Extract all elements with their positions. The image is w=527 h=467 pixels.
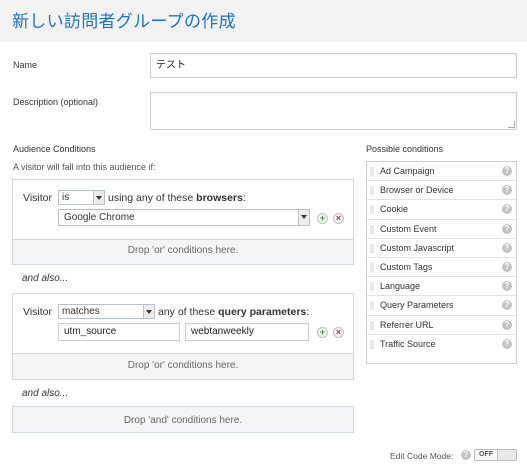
drag-handle-icon[interactable] xyxy=(370,205,374,215)
question-icon[interactable]: ? xyxy=(502,166,512,176)
condition-item[interactable]: Query Parameters? xyxy=(367,296,516,316)
condition-item[interactable]: Custom Javascript? xyxy=(367,239,516,258)
condition-item-label: Traffic Source xyxy=(380,338,436,349)
question-icon[interactable]: ? xyxy=(502,338,512,349)
condition-item-label: Custom Javascript xyxy=(380,242,455,253)
name-label: Name xyxy=(13,60,38,70)
condition-description: any of these query parameters: xyxy=(158,306,310,318)
name-input[interactable]: テスト xyxy=(150,53,517,78)
query-param-value-input[interactable]: webtanweekly xyxy=(185,323,309,341)
audience-hint: A visitor will fall into this audience i… xyxy=(13,162,156,172)
condition-description: using any of these browsers: xyxy=(108,192,246,204)
close-icon: × xyxy=(335,213,342,223)
drag-handle-icon[interactable] xyxy=(370,339,374,349)
or-drop-zone[interactable]: Drop 'or' conditions here. xyxy=(13,352,353,379)
operator-value: is xyxy=(62,192,70,203)
toggle-off-label: OFF xyxy=(475,450,498,460)
condition-item[interactable]: Custom Tags? xyxy=(367,258,516,278)
condition-item-label: Referrer URL xyxy=(380,319,434,330)
condition-item-label: Language xyxy=(380,281,421,292)
condition-item-label: Browser or Device xyxy=(380,185,454,196)
condition-item[interactable]: Traffic Source? xyxy=(367,335,516,354)
question-icon[interactable]: ? xyxy=(502,242,512,253)
question-icon[interactable]: ? xyxy=(502,319,512,330)
drag-handle-icon[interactable] xyxy=(370,301,374,311)
question-icon[interactable]: ? xyxy=(461,450,471,460)
drag-handle-icon[interactable] xyxy=(370,186,374,196)
visitor-label: Visitor xyxy=(23,192,52,204)
question-icon[interactable]: ? xyxy=(502,281,512,292)
page-header: 新しい訪問者グループの作成 xyxy=(0,0,527,42)
condition-item[interactable]: Browser or Device? xyxy=(367,181,516,201)
drag-handle-icon[interactable] xyxy=(370,167,374,176)
possible-conditions-title: Possible conditions xyxy=(366,144,444,154)
plus-icon: + xyxy=(319,327,326,337)
browser-select[interactable]: Google Chrome xyxy=(58,209,310,226)
condition-item-label: Ad Campaign xyxy=(380,166,435,176)
remove-condition-button[interactable]: × xyxy=(333,327,344,338)
and-also-label: and also... xyxy=(22,388,69,399)
condition-item[interactable]: Language? xyxy=(367,277,516,297)
condition-item[interactable]: Referrer URL? xyxy=(367,316,516,335)
edit-code-mode-label: Edit Code Mode: xyxy=(390,451,454,461)
condition-item-label: Custom Tags xyxy=(380,261,433,272)
possible-conditions-list: Ad Campaign? Browser or Device? Cookie? Cus… xyxy=(366,161,517,364)
drag-handle-icon[interactable] xyxy=(370,320,374,330)
and-also-label: and also... xyxy=(22,273,69,284)
drag-handle-icon[interactable] xyxy=(370,282,374,292)
condition-item-label: Cookie xyxy=(380,204,409,215)
chevron-down-icon xyxy=(298,210,309,225)
audience-conditions-title: Audience Conditions xyxy=(13,144,96,154)
drag-handle-icon[interactable] xyxy=(370,262,374,272)
query-param-name-input[interactable]: utm_source xyxy=(58,323,180,341)
question-icon[interactable]: ? xyxy=(502,300,512,311)
condition-item[interactable]: Custom Event? xyxy=(367,220,516,239)
drag-handle-icon[interactable] xyxy=(370,243,374,253)
question-icon[interactable]: ? xyxy=(502,223,512,234)
chevron-down-icon xyxy=(93,191,104,204)
and-drop-zone[interactable]: Drop 'and' conditions here. xyxy=(12,406,354,433)
operator-value: matches xyxy=(62,306,100,317)
or-drop-zone[interactable]: Drop 'or' conditions here. xyxy=(13,238,353,264)
close-icon: × xyxy=(335,327,342,337)
operator-select[interactable]: is xyxy=(58,190,105,205)
description-label: Description (optional) xyxy=(13,97,99,107)
question-icon[interactable]: ? xyxy=(502,185,512,196)
add-value-button[interactable]: + xyxy=(317,327,328,338)
condition-item-label: Query Parameters xyxy=(380,300,454,311)
condition-item[interactable]: Ad Campaign? xyxy=(367,162,516,182)
page-title: 新しい訪問者グループの作成 xyxy=(12,12,236,32)
browser-value: Google Chrome xyxy=(64,212,135,223)
remove-condition-button[interactable]: × xyxy=(333,213,344,224)
description-textarea[interactable] xyxy=(150,92,517,130)
add-value-button[interactable]: + xyxy=(317,213,328,224)
condition-item[interactable]: Cookie? xyxy=(367,200,516,220)
plus-icon: + xyxy=(319,213,326,223)
drag-handle-icon[interactable] xyxy=(370,224,374,234)
question-icon[interactable]: ? xyxy=(502,261,512,272)
visitor-label: Visitor xyxy=(23,306,52,318)
chevron-down-icon xyxy=(143,305,154,318)
question-icon[interactable]: ? xyxy=(502,204,512,215)
edit-code-mode-toggle[interactable]: OFF xyxy=(474,449,517,461)
operator-select[interactable]: matches xyxy=(58,304,155,319)
resize-handle-icon[interactable] xyxy=(508,121,515,128)
condition-item-label: Custom Event xyxy=(380,223,437,234)
